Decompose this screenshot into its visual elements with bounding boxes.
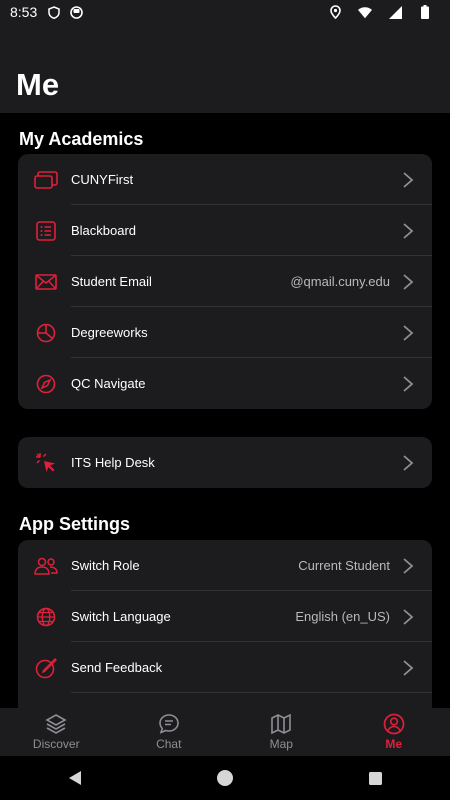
row-value: @qmail.cuny.edu — [290, 274, 390, 289]
row-label: Blackboard — [71, 223, 137, 238]
chevron-right-icon — [403, 376, 414, 392]
page-title: Me — [16, 67, 60, 102]
compass-icon — [34, 372, 58, 396]
chevron-right-icon — [403, 455, 414, 471]
layers-icon — [45, 714, 67, 734]
tab-label: Map — [269, 737, 293, 751]
row-switch-role[interactable]: Switch Role Current Student — [18, 540, 432, 591]
content-scroll[interactable]: My Academics CUNYFirst Blackboard Studen… — [0, 113, 450, 708]
map-icon — [271, 713, 292, 735]
chevron-right-icon — [403, 172, 414, 188]
cursor-click-icon — [34, 451, 58, 475]
row-its-help-desk[interactable]: ITS Help Desk — [18, 437, 432, 488]
tab-chat[interactable]: Chat — [113, 708, 226, 756]
user-circle-icon — [383, 713, 405, 735]
mail-icon — [34, 270, 58, 294]
row-blackboard[interactable]: Blackboard — [18, 205, 432, 256]
tab-map[interactable]: Map — [225, 708, 338, 756]
globe-icon — [34, 605, 58, 629]
tab-label: Me — [385, 737, 403, 751]
signal-icon — [388, 5, 402, 19]
divider — [71, 692, 432, 693]
row-label: QC Navigate — [71, 376, 146, 391]
row-degreeworks[interactable]: Degreeworks — [18, 307, 432, 358]
status-time: 8:53 — [10, 4, 38, 20]
row-label: Switch Role — [71, 558, 140, 573]
section-title-settings: App Settings — [19, 514, 130, 534]
row-send-feedback[interactable]: Send Feedback — [18, 642, 432, 693]
tab-label: Chat — [156, 737, 182, 751]
row-qc-navigate[interactable]: QC Navigate — [18, 358, 432, 409]
row-value: English (en_US) — [295, 609, 390, 624]
section-title-academics: My Academics — [19, 129, 144, 149]
home-icon[interactable] — [216, 769, 234, 787]
chevron-right-icon — [403, 274, 414, 290]
app-header: Me — [0, 24, 450, 113]
chat-bubble-icon — [158, 714, 179, 734]
chevron-right-icon — [403, 558, 414, 574]
users-icon — [34, 554, 58, 578]
location-icon — [328, 5, 342, 19]
row-student-email[interactable]: Student Email @qmail.cuny.edu — [18, 256, 432, 307]
row-label: Send Feedback — [71, 660, 163, 675]
row-switch-language[interactable]: Switch Language English (en_US) — [18, 591, 432, 642]
chevron-right-icon — [403, 325, 414, 341]
chevron-right-icon — [403, 223, 414, 239]
tab-discover[interactable]: Discover — [0, 708, 113, 756]
row-label: Switch Language — [71, 609, 171, 624]
back-icon[interactable] — [67, 770, 83, 786]
battery-icon — [418, 5, 432, 19]
wifi-icon — [358, 5, 372, 19]
cards-icon — [34, 168, 58, 192]
tab-label: Discover — [32, 737, 80, 751]
system-nav-bar — [0, 756, 450, 800]
settings-card: Switch Role Current Student Switch Langu… — [18, 540, 432, 708]
pie-chart-icon — [34, 321, 58, 345]
chevron-right-icon — [403, 609, 414, 625]
status-bar: 8:53 — [0, 0, 450, 24]
row-label: CUNYFirst — [71, 172, 134, 187]
recents-icon[interactable] — [368, 771, 383, 786]
help-card: ITS Help Desk — [18, 437, 432, 488]
row-value: Current Student — [298, 558, 390, 573]
list-icon — [34, 219, 58, 243]
feedback-icon — [34, 656, 58, 680]
bottom-nav: Discover Chat Map Me — [0, 708, 450, 756]
row-cunyfirst[interactable]: CUNYFirst — [18, 154, 432, 205]
row-label: Student Email — [71, 274, 152, 289]
row-label: ITS Help Desk — [71, 455, 155, 470]
academics-card: CUNYFirst Blackboard Student Email @qmai… — [18, 154, 432, 409]
app-notification-icon — [69, 5, 83, 19]
tab-me[interactable]: Me — [338, 708, 450, 756]
row-label: Degreeworks — [71, 325, 148, 340]
shield-icon — [47, 5, 61, 19]
chevron-right-icon — [403, 660, 414, 676]
